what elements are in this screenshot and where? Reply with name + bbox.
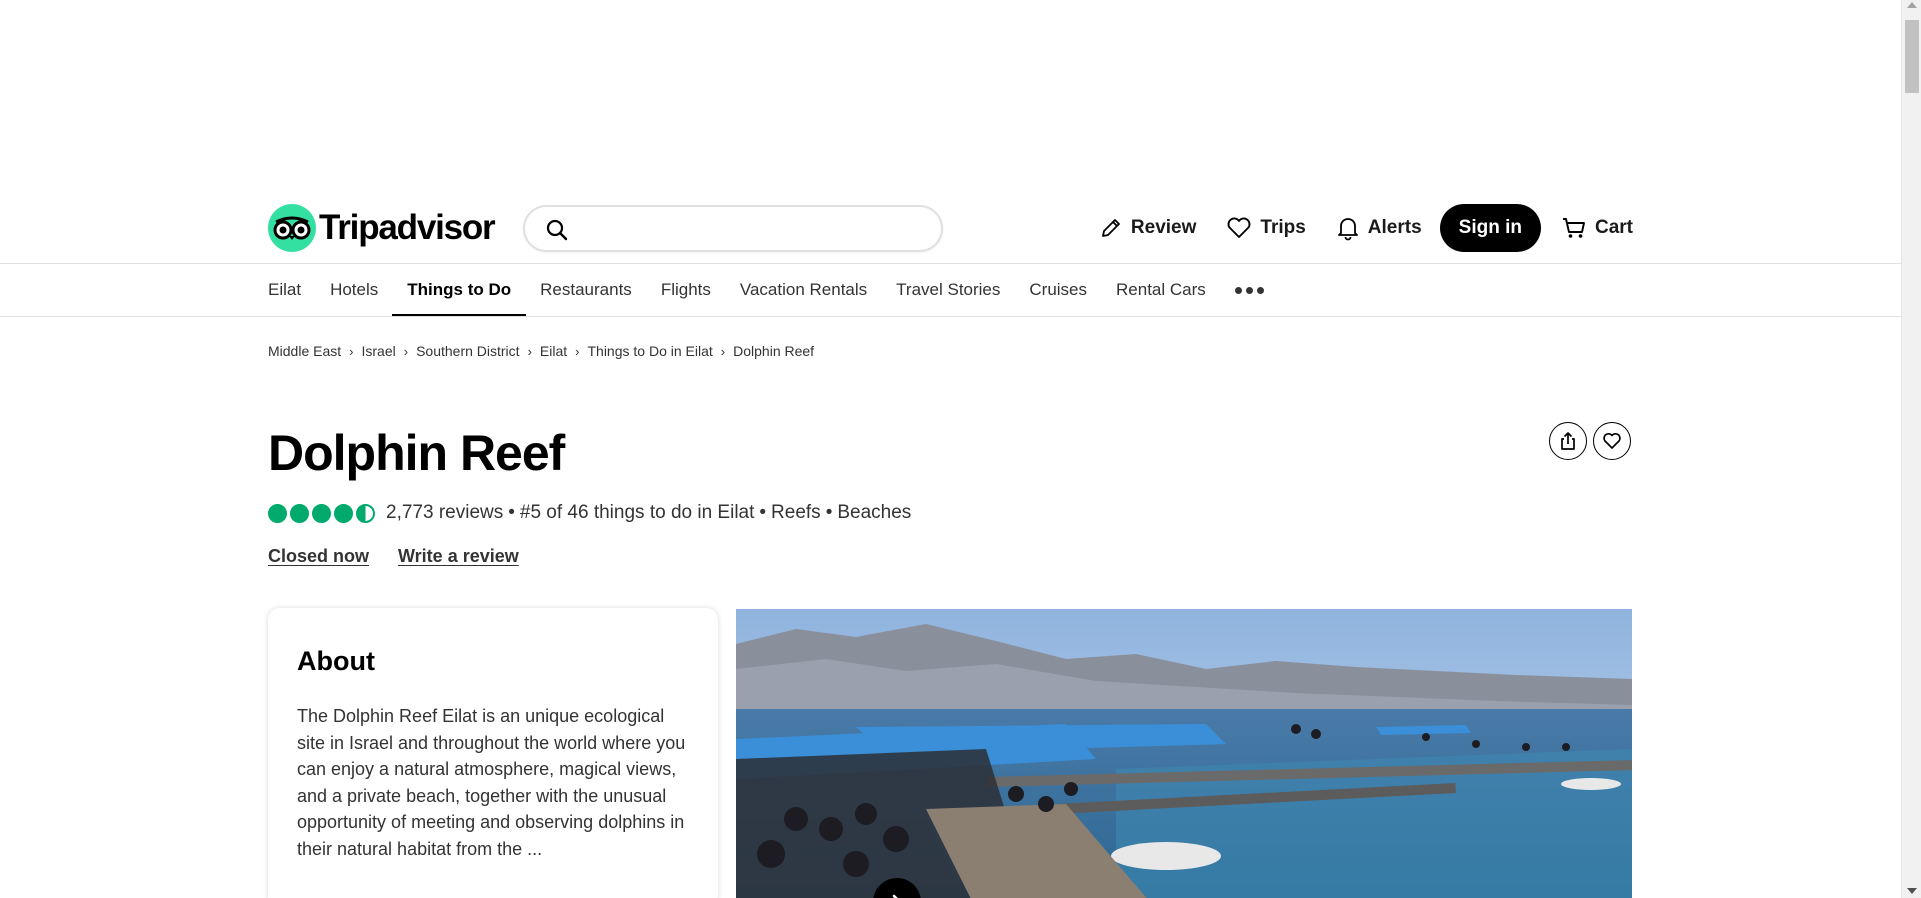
breadcrumb: Middle East › Israel › Southern District… [268, 343, 814, 359]
category-reefs[interactable]: Reefs [771, 502, 821, 524]
breadcrumb-current: Dolphin Reef [733, 343, 815, 359]
cart-label: Cart [1594, 217, 1633, 238]
alerts-button[interactable]: Alerts [1336, 215, 1422, 241]
attraction-photo[interactable] [736, 609, 1632, 898]
nav-tab-eilat[interactable]: Eilat [268, 264, 301, 316]
tripadvisor-logo[interactable]: Tripadvisor [268, 204, 496, 252]
logo-wordmark: Tripadvisor [319, 208, 496, 247]
write-review-link[interactable]: Write a review [398, 546, 519, 567]
chevron-right-icon [892, 894, 898, 898]
nav-tab-flights[interactable]: Flights [661, 264, 711, 316]
share-icon [1561, 432, 1575, 450]
heart-icon [1603, 432, 1621, 449]
scrollbar-thumb[interactable] [1905, 20, 1919, 93]
more-options-icon[interactable] [1234, 264, 1264, 316]
breadcrumb-eilat[interactable]: Eilat [540, 343, 567, 359]
category-beaches[interactable]: Beaches [837, 502, 911, 524]
save-to-trip-button[interactable] [1593, 422, 1631, 460]
rating-bubble-full [290, 503, 309, 523]
share-button[interactable] [1549, 422, 1587, 460]
nav-tab-vacation-rentals[interactable]: Vacation Rentals [740, 264, 867, 316]
search-box[interactable] [523, 205, 943, 252]
nav-tab-rental-cars[interactable]: Rental Cars [1116, 264, 1206, 316]
alerts-label: Alerts [1367, 217, 1422, 238]
rating-bubble-half [356, 503, 375, 523]
about-heading: About [297, 646, 375, 676]
bell-icon [1337, 218, 1358, 241]
trips-label: Trips [1260, 217, 1306, 238]
nav-tab-things-to-do[interactable]: Things to Do [392, 264, 526, 316]
chevron-right-icon: › [527, 343, 532, 359]
sign-in-button[interactable]: Sign in [1439, 204, 1541, 252]
search-icon [546, 219, 568, 241]
rank-link[interactable]: #5 of 46 things to do in Eilat [520, 502, 755, 524]
rating-bubbles [268, 503, 375, 523]
page-title: Dolphin Reef [268, 425, 565, 481]
separator-dot: • [759, 502, 767, 523]
breadcrumb-middle-east[interactable]: Middle East [268, 343, 341, 359]
header-actions: Review Trips Alerts Sign in Cart [1069, 203, 1633, 253]
rating-bubble-full [312, 503, 331, 523]
chevron-right-icon: › [403, 343, 409, 359]
rating-summary: 2,773 reviews • #5 of 46 things to do in… [268, 502, 911, 524]
category-nav: Eilat Hotels Things to Do Restaurants Fl… [0, 263, 1901, 317]
cart-icon [1562, 218, 1585, 238]
scroll-up-arrow-icon[interactable] [1907, 2, 1917, 8]
dolphin-reef-photo-image [736, 609, 1632, 898]
breadcrumb-things-to-do-in-eilat[interactable]: Things to Do in Eilat [587, 343, 712, 359]
review-button[interactable]: Review [1099, 216, 1196, 240]
chevron-right-icon: › [349, 343, 354, 359]
heart-icon [1227, 217, 1251, 238]
breadcrumb-israel[interactable]: Israel [362, 343, 396, 359]
scroll-down-arrow-icon[interactable] [1907, 888, 1917, 894]
site-header: Tripadvisor Review Trips Alerts Sign in … [268, 203, 1633, 253]
review-label: Review [1130, 217, 1197, 238]
nav-tab-restaurants[interactable]: Restaurants [540, 264, 632, 316]
nav-tab-cruises[interactable]: Cruises [1029, 264, 1087, 316]
about-card: About The Dolphin Reef Eilat is an uniqu… [268, 608, 718, 898]
pencil-icon [1102, 219, 1120, 237]
nav-tab-hotels[interactable]: Hotels [330, 264, 378, 316]
about-description: The Dolphin Reef Eilat is an unique ecol… [297, 706, 686, 859]
rating-bubble-full [334, 503, 353, 523]
search-input[interactable] [581, 215, 921, 243]
opening-hours-link[interactable]: Closed now [268, 546, 369, 567]
chevron-right-icon: › [720, 343, 726, 359]
page-scrollbar[interactable] [1901, 0, 1921, 898]
chevron-right-icon: › [575, 343, 580, 359]
breadcrumb-southern-district[interactable]: Southern District [416, 343, 519, 359]
owl-logo-icon [268, 204, 316, 252]
rating-bubble-full [268, 503, 287, 523]
trips-button[interactable]: Trips [1226, 216, 1306, 240]
separator-dot: • [825, 502, 833, 523]
attraction-links: Closed now Write a review [268, 546, 548, 567]
nav-tab-travel-stories[interactable]: Travel Stories [896, 264, 1000, 316]
separator-dot: • [508, 502, 515, 523]
cart-button[interactable]: Cart [1561, 216, 1633, 240]
review-count-link[interactable]: 2,773 reviews [386, 502, 503, 524]
